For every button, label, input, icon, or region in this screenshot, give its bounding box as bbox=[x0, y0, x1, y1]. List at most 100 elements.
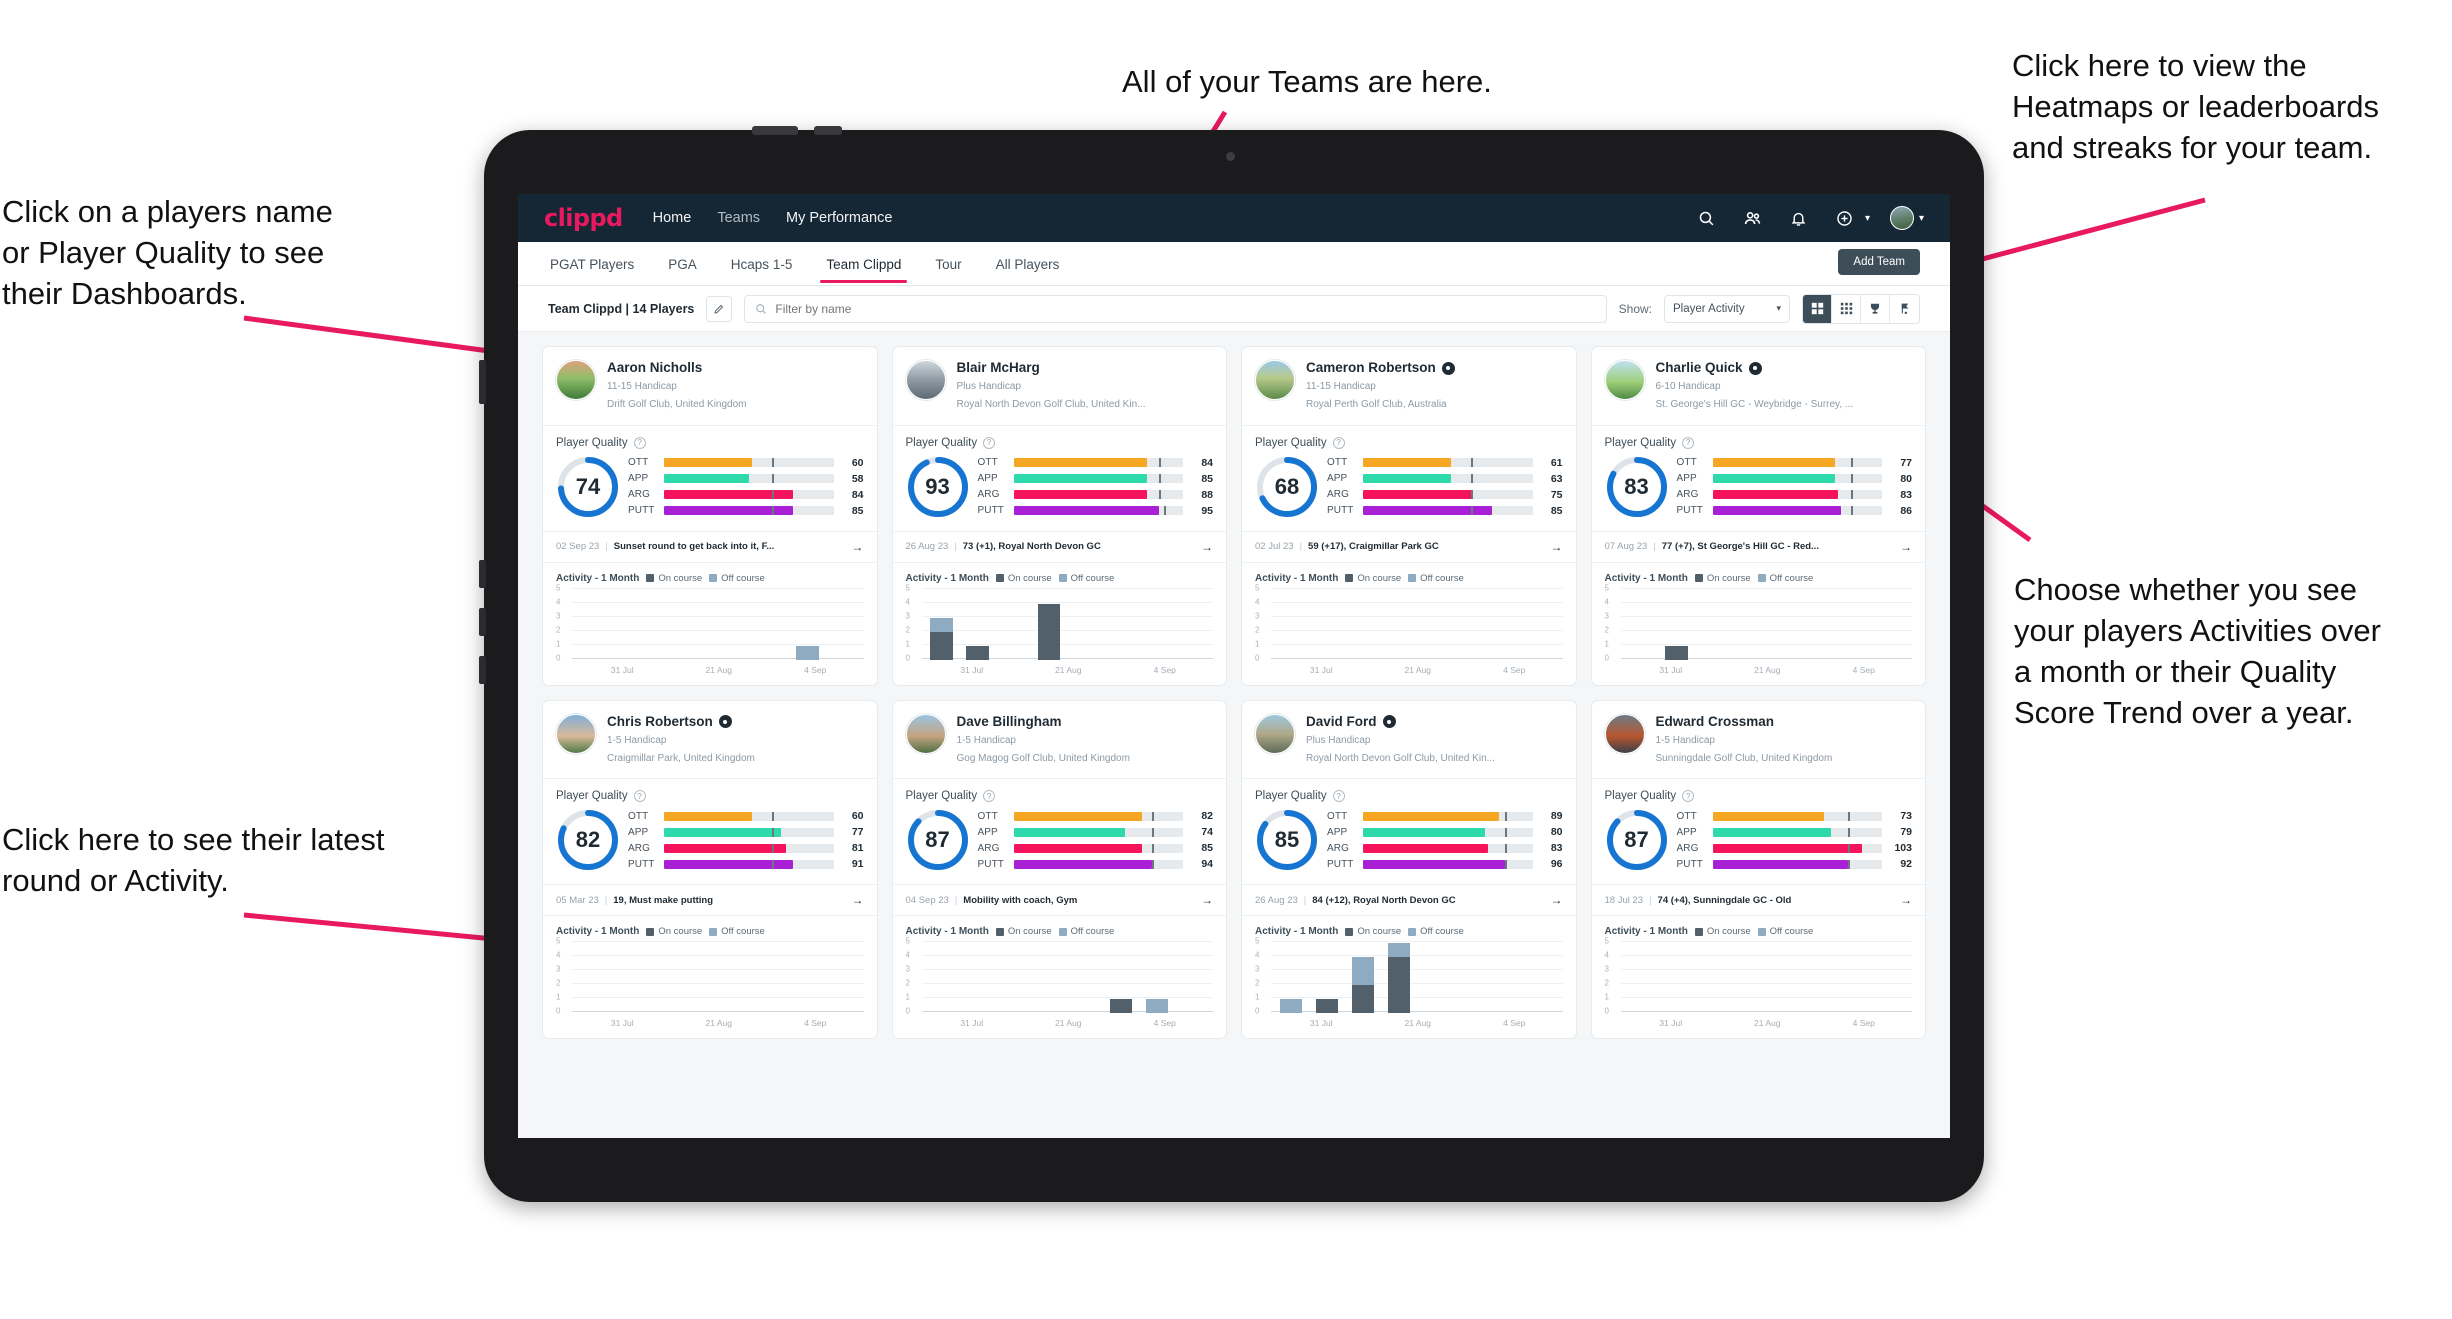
player-card[interactable]: Edward Crossman 1-5 Handicap Sunningdale G… bbox=[1590, 699, 1926, 1040]
arrow-right-icon[interactable]: → bbox=[852, 540, 864, 554]
player-card-header[interactable]: Aaron Nicholls 11-15 Handicap Drift Golf C… bbox=[543, 347, 877, 426]
chart-x-tick: 31 Jul bbox=[1659, 1018, 1683, 1029]
player-name[interactable]: Aaron Nicholls bbox=[607, 360, 747, 376]
avatar[interactable] bbox=[1889, 206, 1914, 230]
player-quality-body[interactable]: 74 OTT 60 APP 58 ARG 84 PUTT 85 bbox=[543, 453, 877, 531]
nav-link-home[interactable]: Home bbox=[653, 210, 692, 226]
metric-track bbox=[664, 490, 834, 500]
chart-bar-slot bbox=[959, 590, 995, 660]
player-name[interactable]: Cameron Robertson bbox=[1306, 360, 1455, 376]
player-quality-body[interactable]: 82 OTT 60 APP 77 ARG 81 PUTT 91 bbox=[543, 806, 877, 884]
arrow-right-icon[interactable]: → bbox=[852, 893, 864, 907]
help-icon[interactable]: ? bbox=[983, 436, 996, 449]
latest-round-row[interactable]: 18 Jul 23 | 74 (+4), Sunningdale GC - Old → bbox=[1591, 884, 1925, 917]
tab-pga[interactable]: PGA bbox=[666, 245, 699, 283]
player-card[interactable]: Aaron Nicholls 11-15 Handicap Drift Golf C… bbox=[542, 346, 878, 686]
player-card[interactable]: Charlie Quick 6-10 Handicap St. George's H… bbox=[1590, 346, 1926, 686]
player-quality-body[interactable]: 68 OTT 61 APP 63 ARG 75 PUTT 85 bbox=[1242, 453, 1576, 531]
player-quality-body[interactable]: 83 OTT 77 APP 80 ARG 83 PUTT 86 bbox=[1592, 453, 1926, 531]
chart-bar-stack bbox=[1110, 590, 1132, 660]
metric-bars: OTT 89 APP 80 ARG 83 PUTT 96 bbox=[1327, 810, 1563, 870]
tab-all-players[interactable]: All Players bbox=[994, 245, 1062, 283]
tab-pgat-players[interactable]: PGAT Players bbox=[548, 245, 636, 283]
help-icon[interactable]: ? bbox=[1682, 790, 1695, 803]
show-select[interactable]: Player Activity ▾ bbox=[1664, 294, 1790, 323]
player-card-header[interactable]: David Ford Plus Handicap Royal North Devon… bbox=[1242, 701, 1576, 780]
player-card-header[interactable]: Cameron Robertson 11-15 Handicap Royal Per… bbox=[1242, 347, 1576, 426]
chart-y-tick: 4 bbox=[1604, 597, 1609, 607]
search-icon[interactable] bbox=[1692, 203, 1722, 233]
help-icon[interactable]: ? bbox=[1332, 790, 1345, 803]
player-name[interactable]: Charlie Quick bbox=[1656, 360, 1854, 376]
legend-label-on: On course bbox=[1357, 926, 1402, 938]
avatar-chevron-down-icon[interactable]: ▾ bbox=[1919, 213, 1924, 224]
trophy-icon[interactable] bbox=[1861, 294, 1890, 323]
nav-link-teams[interactable]: Teams bbox=[717, 210, 760, 226]
bell-icon[interactable] bbox=[1784, 203, 1814, 233]
latest-round-row[interactable]: 04 Sep 23 | Mobility with coach, Gym → bbox=[892, 884, 1226, 917]
arrow-right-icon[interactable]: → bbox=[1551, 893, 1563, 907]
player-quality-body[interactable]: 87 OTT 73 APP 79 ARG 103 PUTT 92 bbox=[1592, 806, 1926, 884]
help-icon[interactable]: ? bbox=[983, 790, 996, 803]
player-card[interactable]: Dave Billingham 1-5 Handicap Gog Magog Gol… bbox=[891, 699, 1227, 1040]
pencil-icon[interactable] bbox=[706, 295, 733, 322]
player-quality-label: Player Quality bbox=[1604, 790, 1677, 803]
latest-round-row[interactable]: 07 Aug 23 | 77 (+7), St George's Hill GC -… bbox=[1591, 530, 1925, 563]
chart-bar-stack bbox=[1280, 590, 1302, 660]
plus-circle-icon[interactable] bbox=[1830, 203, 1860, 233]
metric-label: OTT bbox=[1676, 457, 1697, 469]
player-card[interactable]: Chris Robertson 1-5 Handicap Craigmillar P… bbox=[542, 699, 878, 1040]
player-name[interactable]: Chris Robertson bbox=[607, 714, 755, 730]
arrow-right-icon[interactable]: → bbox=[1551, 540, 1563, 554]
tab-team-clippd[interactable]: Team Clippd bbox=[820, 245, 908, 283]
player-card[interactable]: Blair McHarg Plus Handicap Royal North Dev… bbox=[891, 346, 1227, 686]
grid-small-icon[interactable] bbox=[1832, 294, 1861, 323]
latest-round-row[interactable]: 26 Aug 23 | 84 (+12), Royal North Devon GC… bbox=[1242, 884, 1576, 917]
tab-tour[interactable]: Tour bbox=[933, 245, 963, 283]
player-card-header[interactable]: Chris Robertson 1-5 Handicap Craigmillar P… bbox=[543, 701, 877, 780]
help-icon[interactable]: ? bbox=[633, 790, 646, 803]
help-icon[interactable]: ? bbox=[1682, 436, 1695, 449]
brand-logo[interactable]: clippd bbox=[544, 204, 623, 232]
help-icon[interactable]: ? bbox=[1332, 436, 1345, 449]
player-info: Edward Crossman 1-5 Handicap Sunningdale G… bbox=[1656, 714, 1833, 767]
player-name[interactable]: David Ford bbox=[1306, 714, 1495, 730]
flag-icon[interactable] bbox=[1890, 294, 1919, 323]
player-name[interactable]: Blair McHarg bbox=[957, 360, 1146, 376]
search-input[interactable] bbox=[775, 301, 1596, 316]
latest-round-row[interactable]: 02 Jul 23 | 59 (+17), Craigmillar Park GC → bbox=[1242, 530, 1576, 563]
player-card-header[interactable]: Dave Billingham 1-5 Handicap Gog Magog Gol… bbox=[892, 701, 1226, 780]
add-team-button[interactable]: Add Team bbox=[1838, 249, 1920, 275]
arrow-right-icon[interactable]: → bbox=[1900, 893, 1912, 907]
grid-large-icon[interactable] bbox=[1803, 294, 1832, 323]
player-card[interactable]: David Ford Plus Handicap Royal North Devon… bbox=[1241, 699, 1577, 1040]
chevron-down-icon[interactable]: ▾ bbox=[1865, 213, 1870, 224]
metric-row: ARG 75 bbox=[1327, 489, 1563, 501]
chart-bar-slot bbox=[1067, 943, 1103, 1013]
latest-round-row[interactable]: 02 Sep 23 | Sunset round to get back into … bbox=[543, 530, 877, 563]
metric-fill bbox=[1712, 474, 1835, 484]
arrow-right-icon[interactable]: → bbox=[1201, 540, 1213, 554]
chart-bar-slot bbox=[924, 943, 960, 1013]
nav-link-my-performance[interactable]: My Performance bbox=[786, 210, 892, 226]
player-card-header[interactable]: Blair McHarg Plus Handicap Royal North Dev… bbox=[892, 347, 1226, 426]
player-name[interactable]: Edward Crossman bbox=[1656, 714, 1833, 730]
player-quality-body[interactable]: 85 OTT 89 APP 80 ARG 83 PUTT 96 bbox=[1242, 806, 1576, 884]
metric-benchmark-tick bbox=[1159, 458, 1161, 468]
chart-y-tick: 2 bbox=[1604, 978, 1609, 988]
arrow-right-icon[interactable]: → bbox=[1201, 893, 1213, 907]
search-input-wrapper[interactable] bbox=[744, 294, 1607, 323]
help-icon[interactable]: ? bbox=[633, 436, 646, 449]
latest-round-row[interactable]: 05 Mar 23 | 19, Must make putting → bbox=[543, 884, 877, 917]
arrow-right-icon[interactable]: → bbox=[1900, 540, 1912, 554]
chart-bar-stack bbox=[761, 943, 783, 1013]
tab-hcaps-1-5[interactable]: Hcaps 1-5 bbox=[729, 245, 795, 283]
people-icon[interactable] bbox=[1738, 203, 1768, 233]
player-quality-body[interactable]: 93 OTT 84 APP 85 ARG 88 PUTT 95 bbox=[893, 453, 1227, 531]
player-name[interactable]: Dave Billingham bbox=[957, 714, 1130, 730]
player-card-header[interactable]: Charlie Quick 6-10 Handicap St. George's H… bbox=[1591, 347, 1925, 426]
player-quality-body[interactable]: 87 OTT 82 APP 74 ARG 85 PUTT 94 bbox=[893, 806, 1227, 884]
player-card[interactable]: Cameron Robertson 11-15 Handicap Royal Per… bbox=[1241, 346, 1577, 686]
latest-round-row[interactable]: 26 Aug 23 | 73 (+1), Royal North Devon GC → bbox=[892, 530, 1226, 563]
player-card-header[interactable]: Edward Crossman 1-5 Handicap Sunningdale G… bbox=[1591, 701, 1925, 780]
